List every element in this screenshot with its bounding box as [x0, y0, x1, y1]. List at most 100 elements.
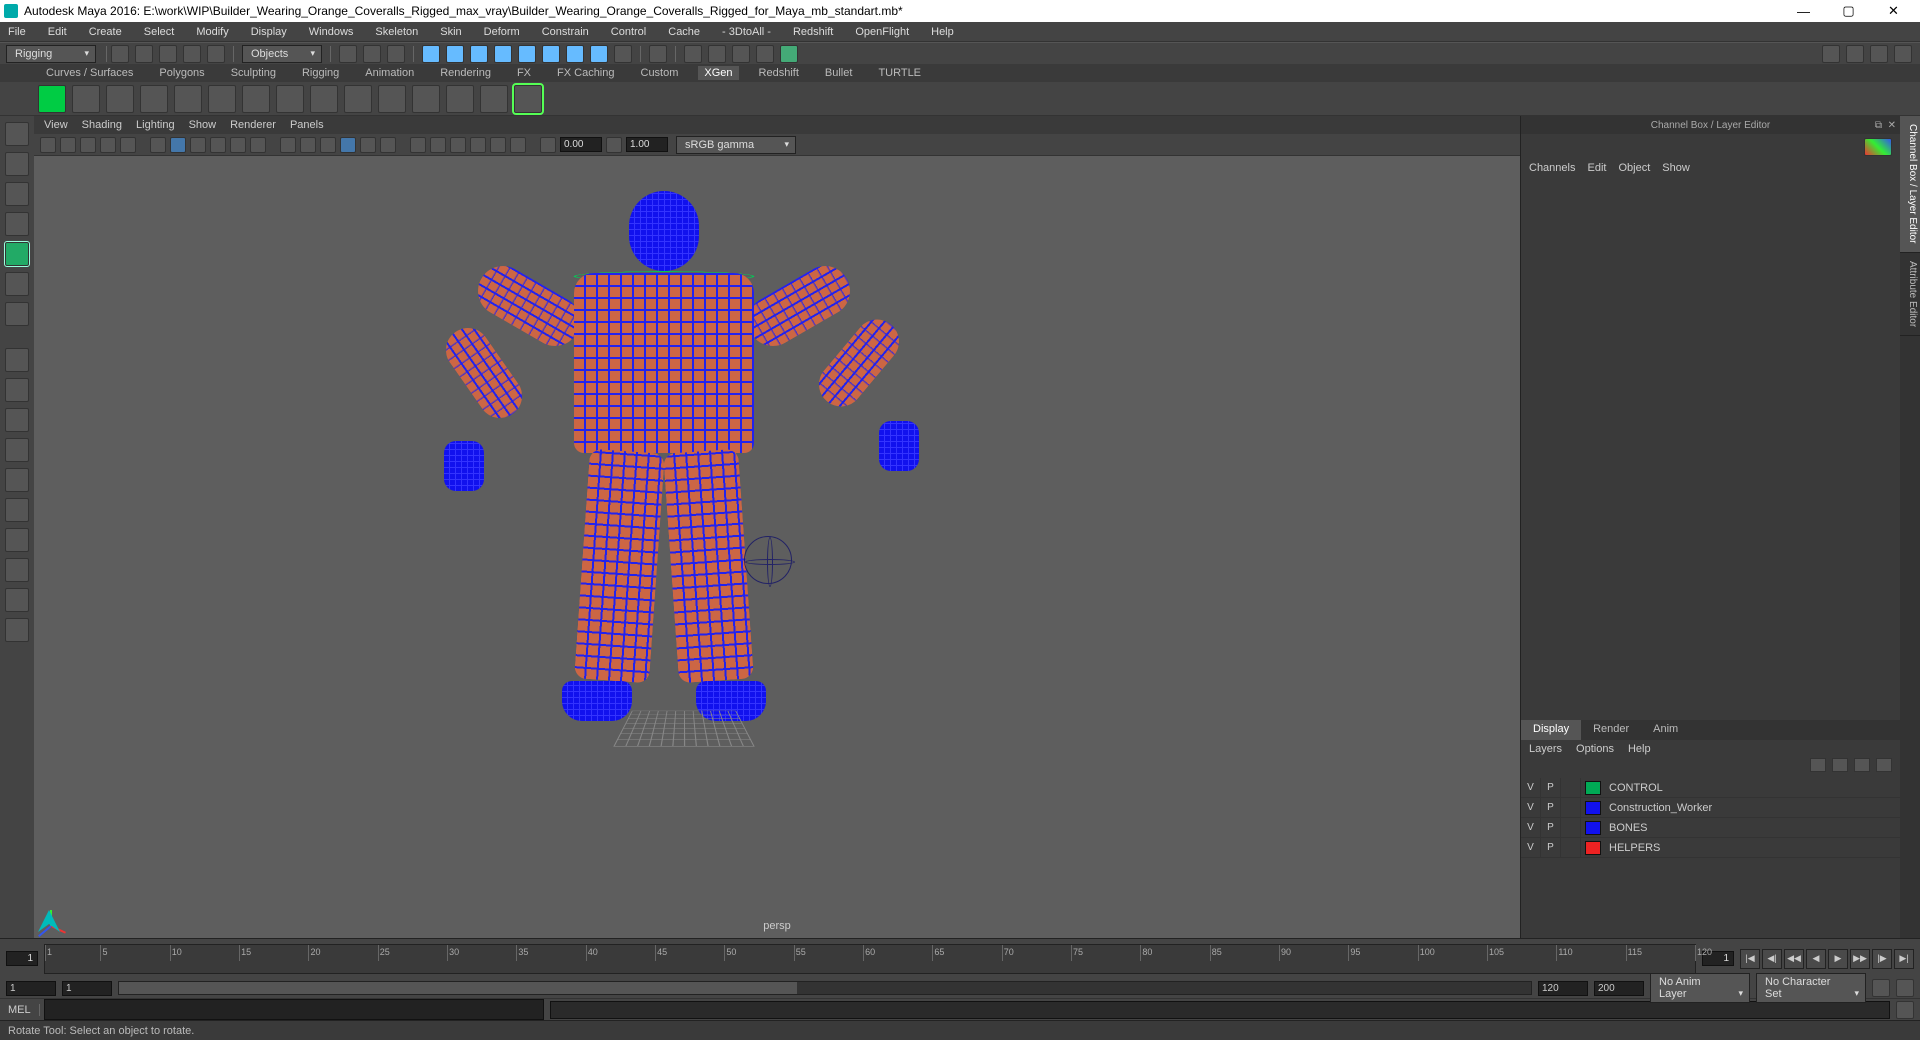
menu-skin[interactable]: Skin — [436, 24, 465, 40]
film-gate-icon[interactable] — [120, 137, 136, 153]
snap-plane-icon[interactable] — [494, 45, 512, 63]
shelf-tab-animation[interactable]: Animation — [359, 66, 420, 80]
shelf-tab-sculpting[interactable]: Sculpting — [225, 66, 282, 80]
select-by-component-icon[interactable] — [387, 45, 405, 63]
layer-row[interactable]: VPBONES — [1521, 818, 1900, 838]
shelf-tab-redshift[interactable]: Redshift — [753, 66, 805, 80]
xgen-create-icon[interactable] — [38, 85, 66, 113]
lasso-tool[interactable] — [5, 152, 29, 176]
menu-deform[interactable]: Deform — [480, 24, 524, 40]
helper-sphere[interactable] — [744, 536, 792, 584]
xgen-grass3-icon[interactable] — [480, 85, 508, 113]
shelf-tab-custom[interactable]: Custom — [635, 66, 685, 80]
play-back-button[interactable]: ◀ — [1806, 949, 1826, 969]
shelf-tab-xgen[interactable]: XGen — [698, 66, 738, 80]
shelf-tab-rendering[interactable]: Rendering — [434, 66, 497, 80]
menu-display[interactable]: Display — [247, 24, 291, 40]
snap-grid-icon[interactable] — [422, 45, 440, 63]
snap-point-icon[interactable] — [470, 45, 488, 63]
channel-menu-object[interactable]: Object — [1618, 162, 1650, 174]
camera-bookmarks-icon[interactable] — [80, 137, 96, 153]
rotate-tool[interactable] — [5, 242, 29, 266]
sidetab-attribute-editor[interactable]: Attribute Editor — [1900, 253, 1920, 336]
shelf-tab-polygons[interactable]: Polygons — [153, 66, 210, 80]
menu-file[interactable]: File — [4, 24, 30, 40]
open-scene-icon[interactable] — [135, 45, 153, 63]
time-slider[interactable]: 1 15101520253035404550556065707580859095… — [0, 938, 1920, 978]
layout-outliner-icon[interactable] — [5, 618, 29, 642]
field-chart-icon[interactable] — [210, 137, 226, 153]
xgen-description-icon[interactable] — [72, 85, 100, 113]
save-scene-icon[interactable] — [159, 45, 177, 63]
layer-color-swatch[interactable] — [1585, 801, 1601, 815]
xgen-grass2-icon[interactable] — [446, 85, 474, 113]
channel-list[interactable] — [1521, 178, 1900, 720]
panel-menu-show[interactable]: Show — [189, 119, 217, 131]
xgen-guide-icon[interactable] — [140, 85, 168, 113]
shelf-tab-bullet[interactable]: Bullet — [819, 66, 859, 80]
redo-icon[interactable] — [207, 45, 225, 63]
layer-visibility-toggle[interactable]: V — [1521, 798, 1541, 818]
playback-start-field[interactable]: 1 — [62, 981, 112, 996]
last-tool[interactable] — [5, 302, 29, 326]
gamma-value[interactable]: 1.00 — [626, 137, 668, 152]
layer-new-empty-icon[interactable] — [1854, 758, 1870, 772]
menu-help[interactable]: Help — [927, 24, 958, 40]
minimize-button[interactable]: — — [1781, 0, 1826, 22]
resolution-gate-icon[interactable] — [170, 137, 186, 153]
layer-row[interactable]: VPHELPERS — [1521, 838, 1900, 858]
xray-components-icon[interactable] — [450, 137, 466, 153]
go-start-button[interactable]: |◀ — [1740, 949, 1760, 969]
select-tool[interactable] — [5, 122, 29, 146]
layer-move-up-icon[interactable] — [1810, 758, 1826, 772]
timeline-track[interactable]: 1510152025303540455055606570758085909510… — [44, 944, 1696, 974]
command-input[interactable] — [44, 999, 544, 1020]
step-fwd-button[interactable]: ▶▶ — [1850, 949, 1870, 969]
menu-select[interactable]: Select — [140, 24, 179, 40]
panel-undock-icon[interactable]: ⧉ — [1875, 120, 1882, 131]
menu-windows[interactable]: Windows — [305, 24, 358, 40]
view-transform-dropdown[interactable]: sRGB gamma — [676, 136, 796, 154]
character-set-dropdown[interactable]: No Character Set — [1756, 973, 1866, 1003]
step-fwd-key-button[interactable]: |▶ — [1872, 949, 1892, 969]
channel-menu-channels[interactable]: Channels — [1529, 162, 1575, 174]
camera-lock-icon[interactable] — [60, 137, 76, 153]
layer-tab-display[interactable]: Display — [1521, 720, 1581, 740]
layer-name[interactable]: Construction_Worker — [1605, 802, 1900, 814]
layer-name[interactable]: BONES — [1605, 822, 1900, 834]
anim-end-field[interactable]: 200 — [1594, 981, 1644, 996]
gate-mask-icon[interactable] — [190, 137, 206, 153]
toggle-attribute-editor-icon[interactable] — [1822, 45, 1840, 63]
xgen-length-icon[interactable] — [208, 85, 236, 113]
layer-row[interactable]: VPCONTROL — [1521, 778, 1900, 798]
shelf-tab-curves-surfaces[interactable]: Curves / Surfaces — [40, 66, 139, 80]
layout-two-side-icon[interactable] — [5, 408, 29, 432]
set-key-icon[interactable] — [1896, 979, 1914, 997]
anim-layer-dropdown[interactable]: No Anim Layer — [1650, 973, 1750, 1003]
layer-visibility-toggle[interactable]: V — [1521, 778, 1541, 798]
menu-modify[interactable]: Modify — [192, 24, 232, 40]
maximize-button[interactable]: ▢ — [1826, 0, 1871, 22]
viewport[interactable]: persp — [34, 156, 1520, 938]
panel-close-icon[interactable]: ✕ — [1888, 120, 1896, 131]
panel-menu-shading[interactable]: Shading — [82, 119, 122, 131]
layer-color-swatch[interactable] — [1585, 781, 1601, 795]
move-tool[interactable] — [5, 212, 29, 236]
camera-select-icon[interactable] — [40, 137, 56, 153]
layout-custom2-icon[interactable] — [5, 558, 29, 582]
exposure-icon[interactable] — [540, 137, 556, 153]
exposure-value[interactable]: 0.00 — [560, 137, 602, 152]
layer-display-type[interactable] — [1561, 818, 1581, 838]
toggle-modeling-toolkit-icon[interactable] — [1894, 45, 1912, 63]
layer-display-type[interactable] — [1561, 838, 1581, 858]
snap-curve-icon[interactable] — [446, 45, 464, 63]
xgen-sculpt-icon[interactable] — [174, 85, 202, 113]
menu-redshift[interactable]: Redshift — [789, 24, 837, 40]
panel-menu-renderer[interactable]: Renderer — [230, 119, 276, 131]
shelf-tab-turtle[interactable]: TURTLE — [872, 66, 927, 80]
anim-start-field[interactable]: 1 — [6, 981, 56, 996]
play-fwd-button[interactable]: ▶ — [1828, 949, 1848, 969]
layer-playback-toggle[interactable]: P — [1541, 798, 1561, 818]
menu-create[interactable]: Create — [85, 24, 126, 40]
current-frame-left[interactable]: 1 — [6, 951, 38, 966]
